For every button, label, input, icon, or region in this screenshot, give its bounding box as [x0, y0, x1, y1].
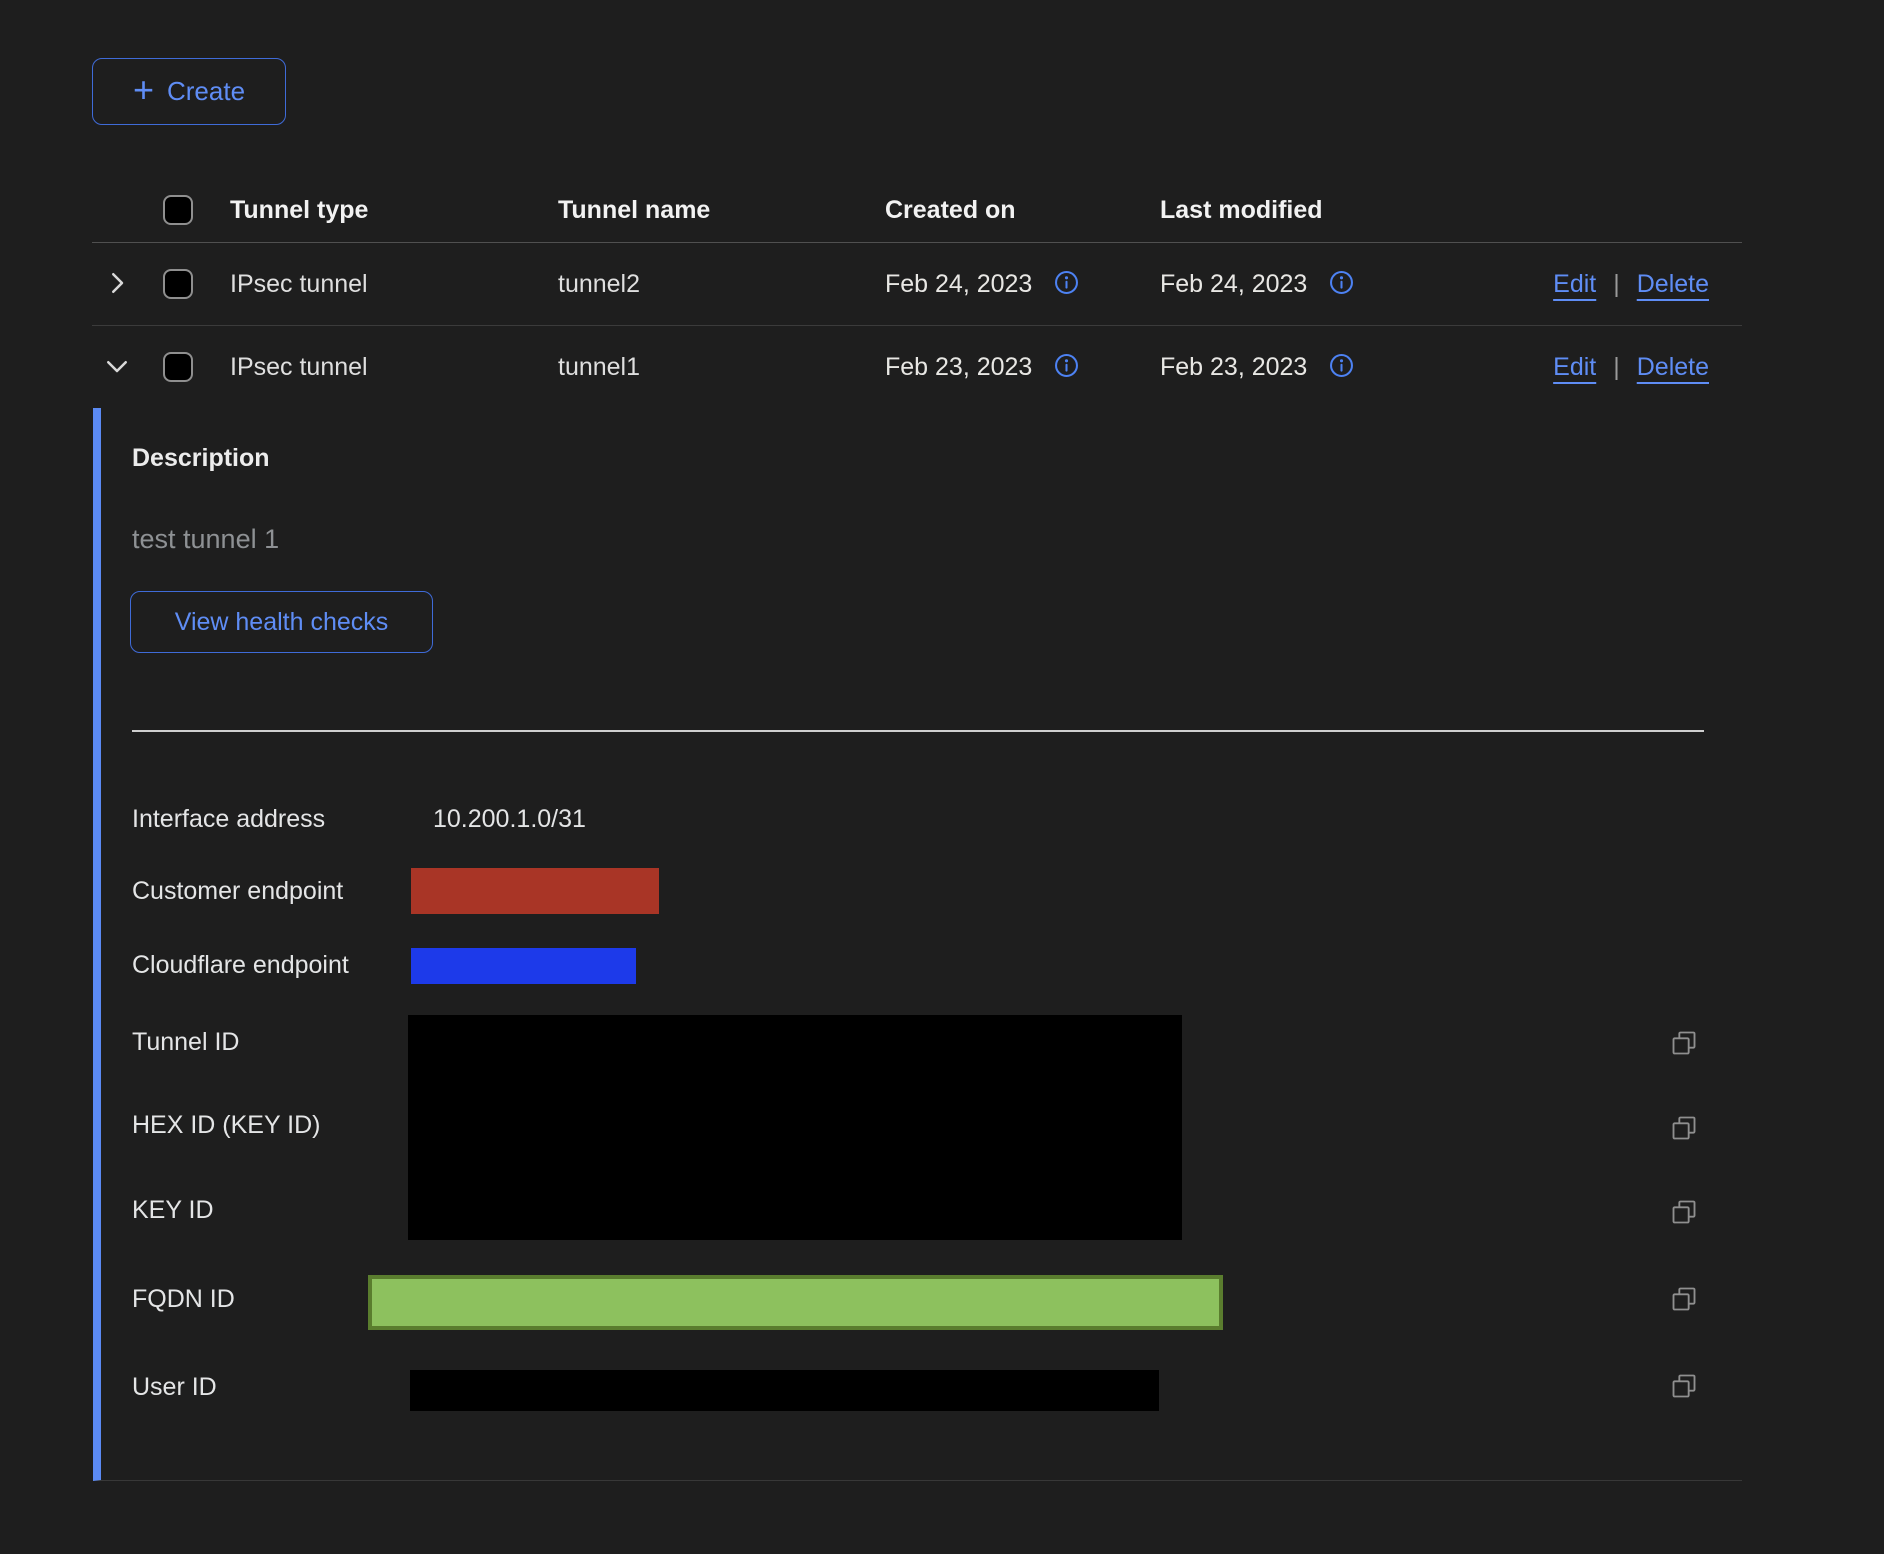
fqdn-id-label: FQDN ID — [132, 1284, 235, 1314]
copy-icon — [1670, 1301, 1698, 1316]
row-checkbox[interactable] — [163, 269, 193, 299]
copy-user-id-button[interactable] — [1669, 1372, 1699, 1402]
tunnel-type-cell: IPsec tunnel — [214, 353, 558, 382]
created-on-cell: Feb 23, 2023 — [885, 353, 1032, 382]
copy-icon — [1670, 1130, 1698, 1145]
edit-link[interactable]: Edit — [1553, 353, 1596, 382]
tunnel-type-cell: IPsec tunnel — [214, 270, 558, 299]
section-divider — [132, 730, 1704, 732]
interface-address-label: Interface address — [132, 804, 325, 834]
last-modified-cell: Feb 24, 2023 — [1160, 270, 1307, 299]
last-modified-cell: Feb 23, 2023 — [1160, 353, 1307, 382]
column-header-tunnel-type: Tunnel type — [214, 196, 558, 225]
create-button-label: Create — [167, 76, 245, 107]
tunnel-name-cell: tunnel2 — [558, 270, 885, 299]
tunnels-table: Tunnel type Tunnel name Created on Last … — [92, 178, 1742, 1481]
created-on-info-button[interactable] — [1053, 269, 1080, 299]
ipsec-tunnels-page: + Create Tunnel type Tunnel name Created… — [0, 0, 1884, 1554]
created-on-cell: Feb 24, 2023 — [885, 270, 1032, 299]
user-id-redaction — [410, 1370, 1159, 1411]
user-id-label: User ID — [132, 1372, 217, 1402]
create-button[interactable]: + Create — [92, 58, 286, 125]
select-all-checkbox[interactable] — [163, 195, 193, 225]
key-id-label: KEY ID — [132, 1195, 214, 1225]
info-icon — [1328, 352, 1355, 382]
chevron-right-icon — [102, 268, 132, 301]
collapse-row-button[interactable] — [92, 351, 142, 384]
interface-address-value: 10.200.1.0/31 — [433, 804, 586, 834]
actions-separator: | — [1613, 270, 1620, 299]
cloudflare-endpoint-redaction — [411, 948, 636, 984]
customer-endpoint-label: Customer endpoint — [132, 876, 343, 906]
copy-icon — [1670, 1214, 1698, 1229]
row-checkbox[interactable] — [163, 352, 193, 382]
chevron-down-icon — [102, 351, 132, 384]
last-modified-info-button[interactable] — [1328, 352, 1355, 382]
tunnel-id-label: Tunnel ID — [132, 1027, 239, 1057]
created-on-info-button[interactable] — [1053, 352, 1080, 382]
copy-fqdn-id-button[interactable] — [1669, 1285, 1699, 1315]
table-header-row: Tunnel type Tunnel name Created on Last … — [92, 178, 1742, 243]
copy-icon — [1670, 1388, 1698, 1403]
plus-icon: + — [133, 72, 154, 108]
cloudflare-endpoint-label: Cloudflare endpoint — [132, 950, 349, 980]
copy-icon — [1670, 1045, 1698, 1060]
edit-link[interactable]: Edit — [1553, 270, 1596, 299]
column-header-tunnel-name: Tunnel name — [558, 196, 885, 225]
column-header-last-modified: Last modified — [1160, 196, 1460, 225]
description-label: Description — [132, 444, 270, 473]
info-icon — [1053, 269, 1080, 299]
info-icon — [1328, 269, 1355, 299]
copy-tunnel-id-button[interactable] — [1669, 1029, 1699, 1059]
tunnel-name-cell: tunnel1 — [558, 353, 885, 382]
info-icon — [1053, 352, 1080, 382]
copy-hex-id-button[interactable] — [1669, 1114, 1699, 1144]
actions-separator: | — [1613, 353, 1620, 382]
delete-link[interactable]: Delete — [1637, 353, 1709, 382]
last-modified-info-button[interactable] — [1328, 269, 1355, 299]
fqdn-id-redaction — [368, 1275, 1223, 1330]
view-health-checks-button[interactable]: View health checks — [130, 591, 433, 653]
tunnel-detail-panel: Description test tunnel 1 View health ch… — [93, 408, 1742, 1481]
delete-link[interactable]: Delete — [1637, 270, 1709, 299]
description-value: test tunnel 1 — [132, 524, 279, 555]
copy-key-id-button[interactable] — [1669, 1198, 1699, 1228]
table-row: IPsec tunnel tunnel2 Feb 24, 2023 Feb 24… — [92, 243, 1742, 326]
ids-redaction — [408, 1015, 1182, 1240]
expand-row-button[interactable] — [92, 268, 142, 301]
column-header-created-on: Created on — [885, 196, 1160, 225]
hex-id-label: HEX ID (KEY ID) — [132, 1110, 320, 1140]
customer-endpoint-redaction — [411, 868, 659, 914]
table-row: IPsec tunnel tunnel1 Feb 23, 2023 Feb 23… — [92, 326, 1742, 408]
